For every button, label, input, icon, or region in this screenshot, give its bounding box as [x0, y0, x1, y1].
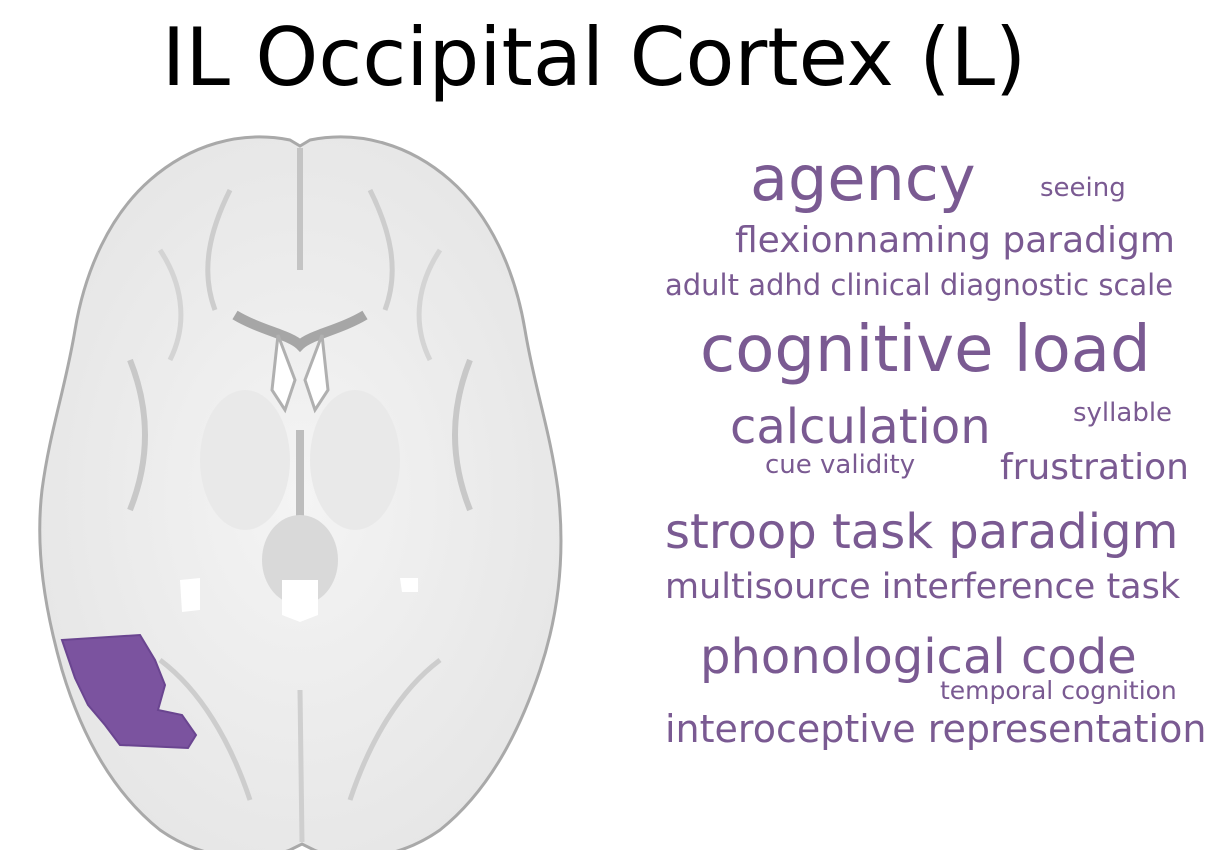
word-adult-adhd: adult adhd clinical diagnostic scale [665, 268, 1174, 302]
word-phonological-code: phonological code [700, 629, 1137, 685]
word-stroop-task-paradigm: stroop task paradigm [665, 504, 1179, 560]
brain-axial-slice [38, 135, 563, 850]
thalamus-left [200, 390, 290, 530]
word-frustration: frustration [1000, 447, 1189, 488]
ventricle-posterior-left [180, 578, 200, 612]
word-flexionnaming-paradigm: flexionnaming paradigm [735, 220, 1175, 261]
thalamus-right [310, 390, 400, 530]
page-title: IL Occipital Cortex (L) [161, 11, 1027, 104]
word-calculation: calculation [730, 399, 991, 455]
ventricle-posterior-center [282, 580, 318, 622]
midline-posterior [297, 689, 305, 843]
ventricle-posterior-right [400, 578, 418, 592]
word-cue-validity: cue validity [765, 450, 916, 480]
word-syllable: syllable [1073, 398, 1173, 428]
word-cognitive-load: cognitive load [700, 313, 1151, 387]
word-multisource-interference-task: multisource interference task [665, 567, 1181, 607]
word-seeing: seeing [1040, 173, 1126, 203]
word-agency: agency [750, 142, 976, 215]
word-temporal-cognition: temporal cognition [940, 676, 1177, 705]
word-interoceptive-representation: interoceptive representation [665, 707, 1207, 751]
